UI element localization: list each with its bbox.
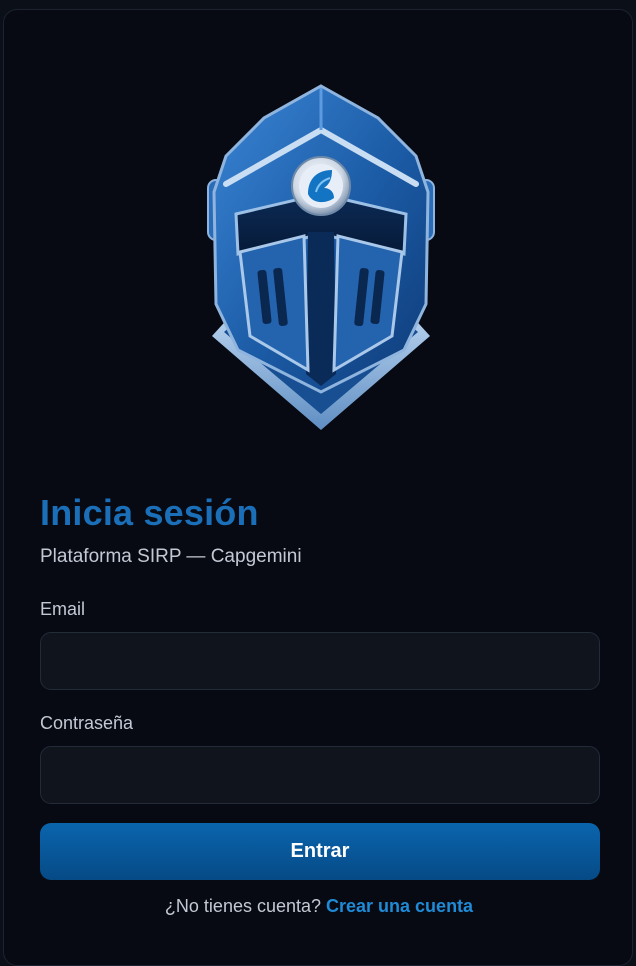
page-subtitle: Plataforma SIRP — Capgemini	[40, 546, 302, 567]
login-card: Inicia sesión Plataforma SIRP — Capgemin…	[3, 9, 633, 966]
signup-row: ¿No tienes cuenta? Crear una cuenta	[4, 896, 634, 917]
knight-helmet-icon	[190, 74, 452, 434]
submit-button[interactable]: Entrar	[40, 823, 600, 880]
page-title: Inicia sesión	[40, 492, 259, 533]
email-field[interactable]	[40, 632, 600, 690]
signup-prompt: ¿No tienes cuenta?	[164, 896, 322, 916]
create-account-link[interactable]: Crear una cuenta	[326, 896, 473, 916]
password-label: Contraseña	[40, 713, 134, 733]
password-field[interactable]	[40, 746, 600, 804]
email-label: Email	[40, 599, 86, 619]
